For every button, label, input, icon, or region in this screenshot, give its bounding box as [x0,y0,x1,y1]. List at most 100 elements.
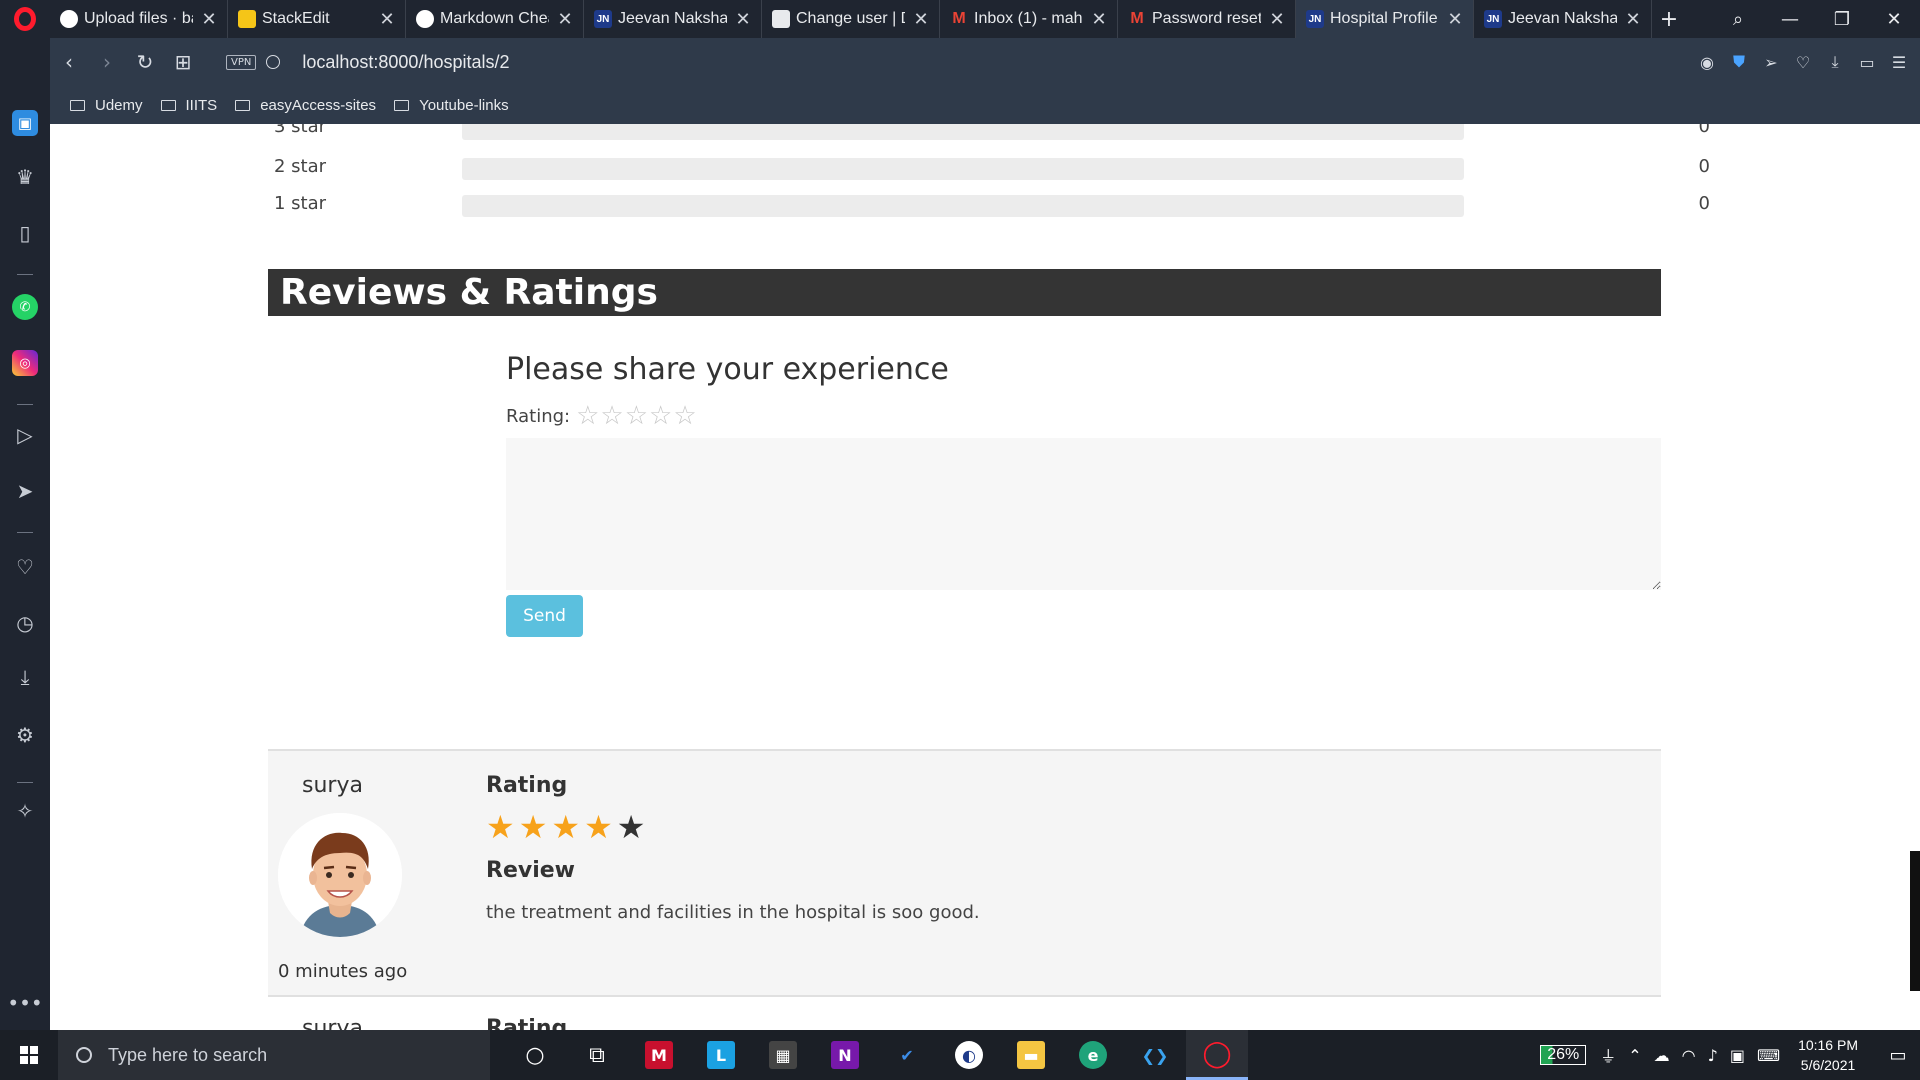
gmail-icon: M [1130,10,1144,27]
star-filled-icon: ★ [518,808,548,846]
close-tab-icon[interactable]: ✕ [1447,9,1463,30]
easy-setup-icon[interactable]: ☰ [1890,53,1908,72]
star-count: 0 [1698,124,1710,137]
whatsapp-icon[interactable]: ✆ [12,294,38,320]
taskbar-apps: ○ ⧉ M L ▦ N ✔ ◐ ▬ e ❮❯ ◯ [504,1030,1248,1080]
close-tab-icon[interactable]: ✕ [201,9,217,30]
battery-saver-icon[interactable]: ▭ [1858,53,1876,72]
todo-icon[interactable]: ✔ [876,1030,938,1080]
vpn-badge[interactable]: VPN [226,54,257,70]
book-icon[interactable]: ▯ [12,220,38,246]
bookmark-youtube-links[interactable]: Youtube-links [394,97,509,114]
tab-label: Markdown Chea [440,10,549,27]
heart-icon[interactable]: ♡ [1794,53,1812,72]
bookmark-udemy[interactable]: Udemy [70,97,143,114]
tab-inbox[interactable]: M Inbox (1) - maha ✕ [940,0,1118,38]
close-tab-icon[interactable]: ✕ [379,9,395,30]
jn-icon: JN [594,10,612,28]
rating-input-row: Rating: ☆☆☆☆☆ [506,401,698,431]
star-empty-icon: ★ [616,808,646,846]
back-icon[interactable]: ‹ [50,50,88,74]
bookmark-iiits[interactable]: IIITS [160,97,217,114]
volume-icon[interactable]: ♪ [1708,1046,1718,1065]
system-tray: 26% ⏚ ⌃ ☁ ◠ ♪ ▣ ⌨ 10:16 PM 5/6/2021 ▭ [1540,1030,1920,1080]
send-icon[interactable]: ➤ [12,478,38,504]
tab-change-user[interactable]: Change user | Dj ✕ [762,0,940,38]
workspaces-icon[interactable]: ▣ [12,110,38,136]
camera-icon[interactable]: ◉ [1698,53,1716,72]
meet-now-icon[interactable]: ▣ [1730,1046,1745,1065]
windows-start-icon[interactable] [0,1030,58,1080]
bookmark-easyaccess[interactable]: easyAccess-sites [235,97,376,114]
lightshot-icon[interactable]: L [690,1030,752,1080]
power-plug-icon[interactable]: ⏚ [1600,1043,1616,1067]
reload-icon[interactable]: ↻ [126,50,164,74]
new-tab-icon[interactable]: + [1652,7,1686,32]
edge-icon[interactable]: e [1062,1030,1124,1080]
close-tab-icon[interactable]: ✕ [1091,9,1107,30]
close-tab-icon[interactable]: ✕ [913,9,929,30]
close-window-icon[interactable]: ✕ [1868,9,1920,30]
opera-sidebar: ▣ ♛ ▯ ✆ ◎ ▷ ➤ ♡ ◷ ⤓ ⚙ ✧ ••• [0,38,50,1030]
chevron-up-icon[interactable]: ⌃ [1628,1046,1641,1065]
file-explorer-icon[interactable]: ▬ [1000,1030,1062,1080]
review-textarea[interactable] [506,438,1661,590]
page-scrollbar[interactable] [1910,851,1920,991]
forward-icon[interactable]: › [88,50,126,74]
send-button[interactable]: Send [506,595,583,637]
lightbulb-icon[interactable]: ✧ [12,798,38,824]
star-rating-input[interactable]: ☆☆☆☆☆ [576,401,698,431]
tab-label: Hospital Profile [1330,10,1438,27]
gmail-icon: M [952,10,966,27]
mcafee-icon[interactable]: M [628,1030,690,1080]
taskbar-search[interactable]: Type here to search [58,1030,490,1080]
tab-stackedit[interactable]: StackEdit ✕ [228,0,406,38]
url-field[interactable]: localhost:8000/hospitals/2 [302,52,509,73]
onenote-icon[interactable]: N [814,1030,876,1080]
heart-icon[interactable]: ♡ [12,554,38,580]
gear-icon[interactable]: ⚙ [12,722,38,748]
close-tab-icon[interactable]: ✕ [1269,9,1285,30]
stackedit-icon [238,10,256,28]
opera-menu-icon[interactable] [0,0,50,38]
globe-icon[interactable] [266,55,281,69]
clock[interactable]: 10:16 PM 5/6/2021 [1798,1035,1858,1075]
restore-icon[interactable]: ❐ [1816,9,1868,30]
send-icon[interactable]: ➢ [1762,53,1780,72]
wifi-icon[interactable]: ◠ [1682,1046,1696,1065]
download-icon[interactable]: ⤓ [1826,52,1844,72]
browser-tab-strip: Upload files · ba ✕ StackEdit ✕ Markdown… [0,0,1920,38]
tab-jeevan-naksha[interactable]: JN Jeevan Naksha ✕ [584,0,762,38]
more-icon[interactable]: ••• [7,990,42,1016]
onedrive-icon[interactable]: ☁ [1654,1046,1670,1065]
notification-icon[interactable]: ▭ [1876,1045,1920,1066]
app-icon[interactable]: ◐ [938,1030,1000,1080]
shield-icon[interactable]: ⛊ [1730,52,1748,72]
task-view-icon[interactable]: ⧉ [566,1030,628,1080]
store-icon[interactable]: ▦ [752,1030,814,1080]
download-icon[interactable]: ⤓ [12,664,38,690]
search-tabs-icon[interactable]: ⌕ [1712,9,1764,30]
crown-icon[interactable]: ♛ [12,164,38,190]
tab-upload-files[interactable]: Upload files · ba ✕ [50,0,228,38]
rating-heading: Rating [486,773,568,798]
tab-markdown-cheatsheet[interactable]: Markdown Chea ✕ [406,0,584,38]
vscode-icon[interactable]: ❮❯ [1124,1030,1186,1080]
opera-taskbar-icon[interactable]: ◯ [1186,1030,1248,1080]
tab-hospital-profile[interactable]: JN Hospital Profile ✕ [1296,0,1474,38]
rating-breakdown-row: 2 star 0 [274,156,1710,182]
minimize-icon[interactable]: — [1764,9,1816,30]
history-icon[interactable]: ◷ [12,610,38,636]
player-icon[interactable]: ▷ [12,422,38,448]
instagram-icon[interactable]: ◎ [12,350,38,376]
keyboard-icon[interactable]: ⌨ [1757,1046,1780,1065]
tab-password-reset[interactable]: M Password reset o ✕ [1118,0,1296,38]
rating-progress-bar [462,195,1464,217]
cortana-icon[interactable]: ○ [504,1030,566,1080]
close-tab-icon[interactable]: ✕ [1625,9,1641,30]
close-tab-icon[interactable]: ✕ [557,9,573,30]
close-tab-icon[interactable]: ✕ [735,9,751,30]
tab-jeevan-naksha-2[interactable]: JN Jeevan Naksha ✕ [1474,0,1652,38]
battery-indicator[interactable]: 26% [1540,1045,1587,1065]
tabs-grid-icon[interactable]: ⊞ [164,50,202,74]
